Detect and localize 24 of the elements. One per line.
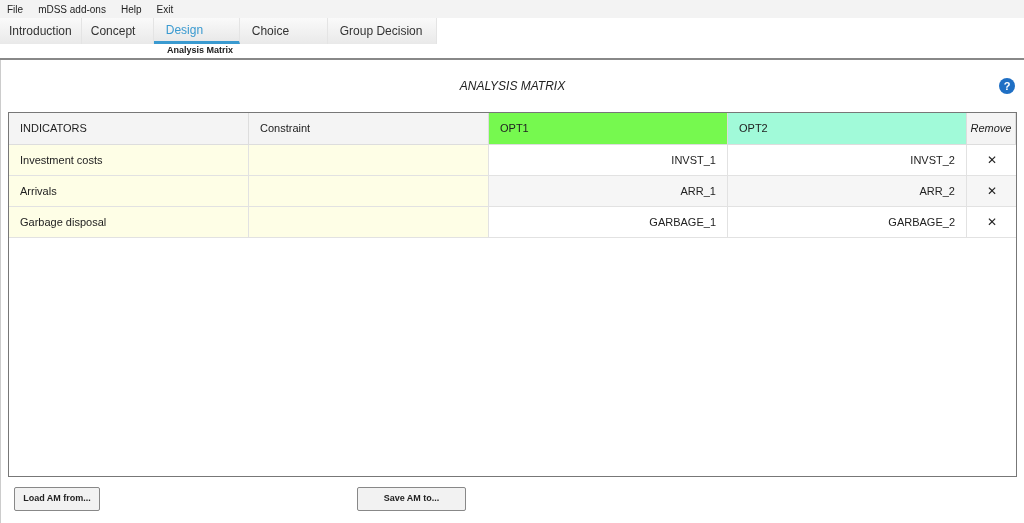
tab[interactable]: Group Decision <box>327 18 437 44</box>
column-header: INDICATORS <box>9 113 249 144</box>
table-cell: ARR_2 <box>728 176 967 206</box>
table-cell: Arrivals <box>9 176 249 206</box>
column-header: OPT2 <box>728 113 967 144</box>
tab[interactable]: Choice <box>239 18 328 44</box>
column-header: Constraint <box>249 113 489 144</box>
file-button[interactable]: Load AM from... <box>14 487 100 511</box>
remove-button[interactable]: ✕ <box>967 176 1016 206</box>
help-icon[interactable]: ? <box>999 78 1015 94</box>
menu-item[interactable]: Exit <box>156 1 174 17</box>
tab[interactable]: Concept <box>81 18 154 44</box>
matrix-title: ANALYSIS MATRIX <box>459 78 566 95</box>
menu-item[interactable]: mDSS add-ons <box>38 1 106 17</box>
file-button[interactable]: Save AM to... <box>357 487 466 511</box>
column-header: Remove <box>967 113 1016 144</box>
table-cell: Investment costs <box>9 145 249 175</box>
column-header: OPT1 <box>489 113 728 144</box>
subtab[interactable]: Analysis Matrix <box>167 44 234 58</box>
menu-item[interactable]: File <box>7 1 24 17</box>
table-cell: Garbage disposal <box>9 207 249 237</box>
menu-item[interactable]: Help <box>120 1 142 17</box>
table-cell: ARR_1 <box>489 176 728 206</box>
tab[interactable]: Introduction <box>0 18 82 44</box>
